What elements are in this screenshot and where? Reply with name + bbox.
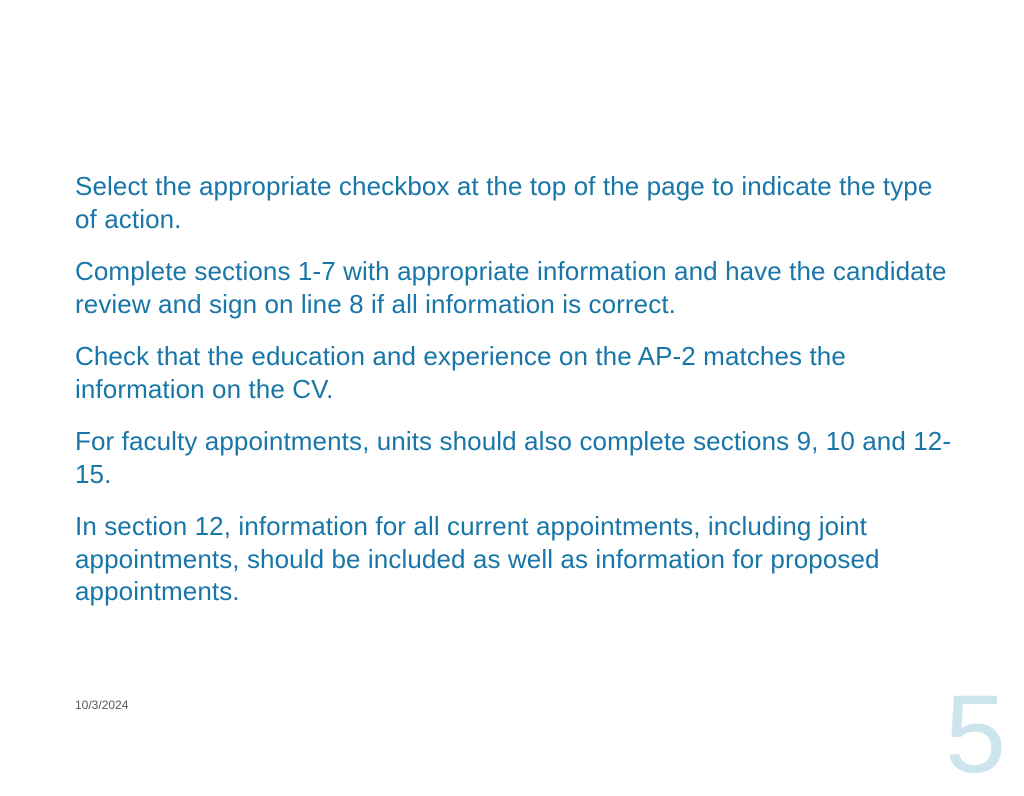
- paragraph-3: Check that the education and experience …: [75, 340, 955, 405]
- paragraph-1: Select the appropriate checkbox at the t…: [75, 170, 955, 235]
- paragraph-5: In section 12, information for all curre…: [75, 510, 955, 608]
- paragraph-4: For faculty appointments, units should a…: [75, 425, 955, 490]
- paragraph-2: Complete sections 1-7 with appropriate i…: [75, 255, 955, 320]
- footer-date: 10/3/2024: [75, 698, 128, 712]
- page-number: 5: [945, 680, 1006, 790]
- slide-content: Select the appropriate checkbox at the t…: [75, 170, 955, 628]
